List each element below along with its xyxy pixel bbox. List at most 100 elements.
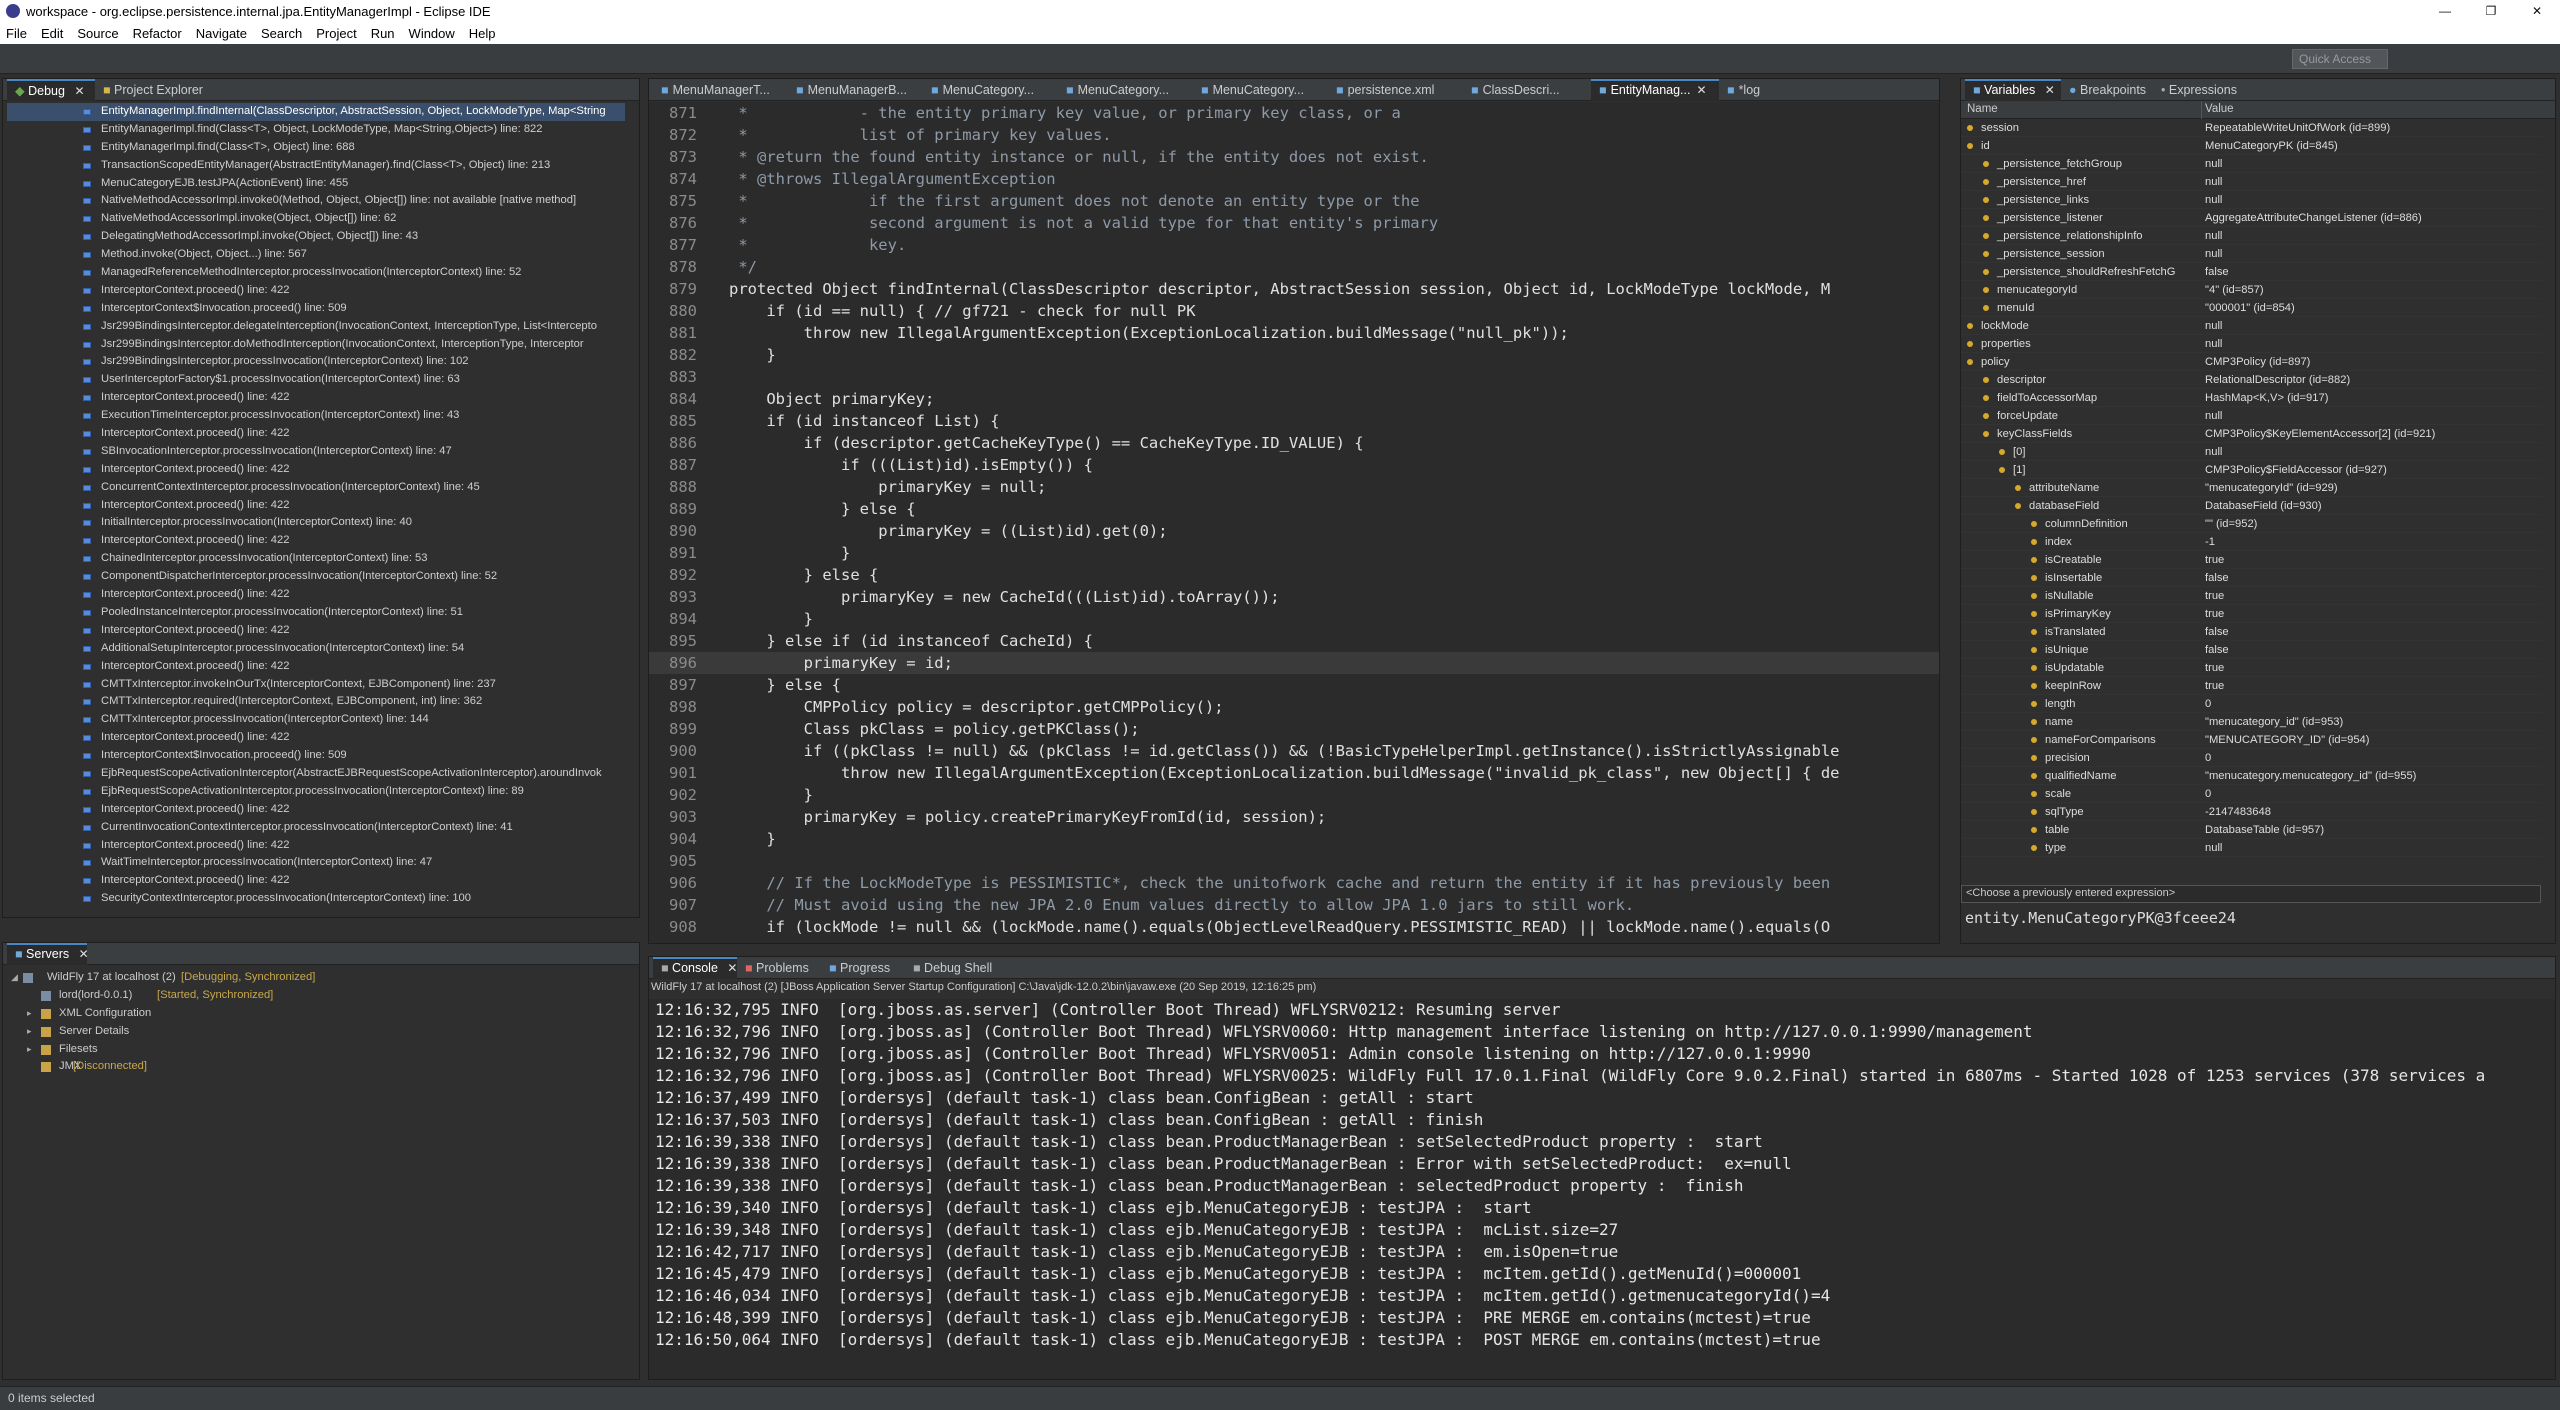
- stack-frame[interactable]: DelegatingMethodAccessorImpl.invoke(Obje…: [7, 228, 625, 246]
- menu-refactor[interactable]: Refactor: [133, 26, 182, 41]
- variable-row[interactable]: index -1: [1961, 533, 2541, 551]
- variable-row[interactable]: isCreatable true: [1961, 551, 2541, 569]
- editor-tab[interactable]: ■ MenuCategory...: [1193, 79, 1328, 101]
- stack-frame[interactable]: ChainedInterceptor.processInvocation(Int…: [7, 550, 625, 568]
- variable-row[interactable]: forceUpdate null: [1961, 407, 2541, 425]
- variable-row[interactable]: precision 0: [1961, 749, 2541, 767]
- tab-debug[interactable]: ◆ Debug ✕: [7, 79, 95, 101]
- tab-expressions[interactable]: • Expressions: [2153, 79, 2249, 101]
- stack-frame[interactable]: NativeMethodAccessorImpl.invoke(Object, …: [7, 210, 625, 228]
- stack-frame[interactable]: InterceptorContext.proceed() line: 422: [7, 658, 625, 676]
- menu-edit[interactable]: Edit: [41, 26, 63, 41]
- stack-frame[interactable]: InterceptorContext.proceed() line: 422: [7, 497, 625, 515]
- variable-row[interactable]: attributeName "menucategoryId" (id=929): [1961, 479, 2541, 497]
- editor-tab[interactable]: ■ MenuCategory...: [923, 79, 1058, 101]
- variable-row[interactable]: isUpdatable true: [1961, 659, 2541, 677]
- tab-servers[interactable]: ■ Servers ✕: [7, 943, 89, 965]
- variable-row[interactable]: name "menucategory_id" (id=953): [1961, 713, 2541, 731]
- stack-frame[interactable]: Method.invoke(Object, Object...) line: 5…: [7, 246, 625, 264]
- server-child-node[interactable]: lord(lord-0.0.1) [Started, Synchronized]: [9, 987, 629, 1005]
- menu-navigate[interactable]: Navigate: [196, 26, 247, 41]
- variable-row[interactable]: keepInRow true: [1961, 677, 2541, 695]
- menu-help[interactable]: Help: [469, 26, 496, 41]
- column-value[interactable]: Value: [2205, 103, 2234, 115]
- variable-row[interactable]: _persistence_session null: [1961, 245, 2541, 263]
- stack-frame[interactable]: EntityManagerImpl.findInternal(ClassDesc…: [7, 103, 625, 121]
- stack-frame[interactable]: NativeMethodAccessorImpl.invoke0(Method,…: [7, 192, 625, 210]
- variable-row[interactable]: descriptor RelationalDescriptor (id=882): [1961, 371, 2541, 389]
- stack-frame[interactable]: CMTTxInterceptor.invokeInOurTx(Intercept…: [7, 676, 625, 694]
- variable-row[interactable]: _persistence_shouldRefreshFetchG false: [1961, 263, 2541, 281]
- stack-frame[interactable]: MenuCategoryEJB.testJPA(ActionEvent) lin…: [7, 175, 625, 193]
- minimize-icon[interactable]: —: [2422, 0, 2468, 22]
- editor-tab[interactable]: ■ persistence.xml: [1328, 79, 1463, 101]
- menu-source[interactable]: Source: [77, 26, 118, 41]
- stack-frame[interactable]: EntityManagerImpl.find(Class<T>, Object,…: [7, 121, 625, 139]
- stack-frame[interactable]: EjbRequestScopeActivationInterceptor.pro…: [7, 783, 625, 801]
- tab-console[interactable]: ■ Console ✕: [653, 957, 737, 979]
- editor-tab[interactable]: ■ ClassDescri...: [1463, 79, 1591, 101]
- stack-frame[interactable]: InterceptorContext$Invocation.proceed() …: [7, 747, 625, 765]
- stack-frame[interactable]: InterceptorContext.proceed() line: 422: [7, 801, 625, 819]
- server-child-node[interactable]: ▸ XML Configuration: [9, 1005, 629, 1023]
- stack-frame[interactable]: EntityManagerImpl.find(Class<T>, Object)…: [7, 139, 625, 157]
- close-icon[interactable]: ✕: [2045, 83, 2055, 97]
- stack-frame[interactable]: InterceptorContext.proceed() line: 422: [7, 461, 625, 479]
- variable-row[interactable]: _persistence_fetchGroup null: [1961, 155, 2541, 173]
- server-child-node[interactable]: ▸ Filesets: [9, 1041, 629, 1059]
- variable-row[interactable]: properties null: [1961, 335, 2541, 353]
- variable-row[interactable]: [0] null: [1961, 443, 2541, 461]
- variable-row[interactable]: id MenuCategoryPK (id=845): [1961, 137, 2541, 155]
- close-icon[interactable]: ✕: [74, 84, 84, 98]
- variable-row[interactable]: isUnique false: [1961, 641, 2541, 659]
- stack-frame[interactable]: AdditionalSetupInterceptor.processInvoca…: [7, 640, 625, 658]
- stack-frame[interactable]: InterceptorContext.proceed() line: 422: [7, 389, 625, 407]
- expand-arrow-icon[interactable]: ▸: [27, 1023, 32, 1041]
- variable-row[interactable]: session RepeatableWriteUnitOfWork (id=899…: [1961, 119, 2541, 137]
- variable-row[interactable]: _persistence_relationshipInfo null: [1961, 227, 2541, 245]
- stack-frame[interactable]: ConcurrentContextInterceptor.processInvo…: [7, 479, 625, 497]
- variable-row[interactable]: nameForComparisons "MENUCATEGORY_ID" (id=…: [1961, 731, 2541, 749]
- stack-frame[interactable]: CMTTxInterceptor.required(InterceptorCon…: [7, 693, 625, 711]
- variable-row[interactable]: isTranslated false: [1961, 623, 2541, 641]
- stack-frame[interactable]: InterceptorContext.proceed() line: 422: [7, 837, 625, 855]
- editor-tab[interactable]: ■ MenuManagerB...: [788, 79, 923, 101]
- variable-row[interactable]: policy CMP3Policy (id=897): [1961, 353, 2541, 371]
- tab-project-explorer[interactable]: ■ Project Explorer: [95, 79, 225, 101]
- stack-frame[interactable]: InterceptorContext.proceed() line: 422: [7, 425, 625, 443]
- close-icon[interactable]: ✕: [727, 961, 737, 975]
- variable-row[interactable]: [1] CMP3Policy$FieldAccessor (id=927): [1961, 461, 2541, 479]
- stack-frame[interactable]: ManagedReferenceMethodInterceptor.proces…: [7, 264, 625, 282]
- expand-arrow-icon[interactable]: ▸: [27, 1041, 32, 1059]
- stack-frame[interactable]: InterceptorContext.proceed() line: 422: [7, 586, 625, 604]
- tab-debug-shell[interactable]: ■ Debug Shell: [905, 957, 1005, 979]
- stack-frame[interactable]: InterceptorContext$Invocation.proceed() …: [7, 300, 625, 318]
- column-name[interactable]: Name: [1967, 103, 1998, 115]
- variable-row[interactable]: databaseField DatabaseField (id=930): [1961, 497, 2541, 515]
- column-divider[interactable]: [2201, 101, 2202, 119]
- expand-arrow-icon[interactable]: ▸: [27, 1005, 32, 1023]
- editor-text-area[interactable]: 871 * - the entity primary key value, or…: [649, 102, 1939, 943]
- menu-window[interactable]: Window: [409, 26, 455, 41]
- tab-progress[interactable]: ■ Progress: [821, 957, 905, 979]
- variable-row[interactable]: menucategoryId "4" (id=857): [1961, 281, 2541, 299]
- console-output[interactable]: 12:16:32,795 INFO [org.jboss.as.server] …: [649, 999, 2555, 1379]
- stack-frame[interactable]: PooledInstanceInterceptor.processInvocat…: [7, 604, 625, 622]
- detail-pane[interactable]: entity.MenuCategoryPK@3fceee24: [1965, 909, 2236, 927]
- stack-frame[interactable]: EjbRequestScopeActivationInterceptor(Abs…: [7, 765, 625, 783]
- stack-frame[interactable]: ComponentDispatcherInterceptor.processIn…: [7, 568, 625, 586]
- stack-frame[interactable]: InterceptorContext.proceed() line: 422: [7, 872, 625, 890]
- variable-row[interactable]: table DatabaseTable (id=957): [1961, 821, 2541, 839]
- variable-row[interactable]: _persistence_href null: [1961, 173, 2541, 191]
- variable-row[interactable]: scale 0: [1961, 785, 2541, 803]
- stack-frame[interactable]: InterceptorContext.proceed() line: 422: [7, 622, 625, 640]
- menu-file[interactable]: File: [6, 26, 27, 41]
- variable-row[interactable]: keyClassFields CMP3Policy$KeyElementAcces…: [1961, 425, 2541, 443]
- stack-frame[interactable]: TransactionScopedEntityManager(AbstractE…: [7, 157, 625, 175]
- tab-breakpoints[interactable]: ● Breakpoints: [2061, 79, 2153, 101]
- editor-tab[interactable]: ■ *log: [1719, 79, 1789, 101]
- tab-variables[interactable]: ■ Variables ✕: [1965, 79, 2061, 101]
- stack-frame[interactable]: InitialInterceptor.processInvocation(Int…: [7, 514, 625, 532]
- variable-row[interactable]: type null: [1961, 839, 2541, 857]
- stack-frame[interactable]: WaitTimeInterceptor.processInvocation(In…: [7, 854, 625, 872]
